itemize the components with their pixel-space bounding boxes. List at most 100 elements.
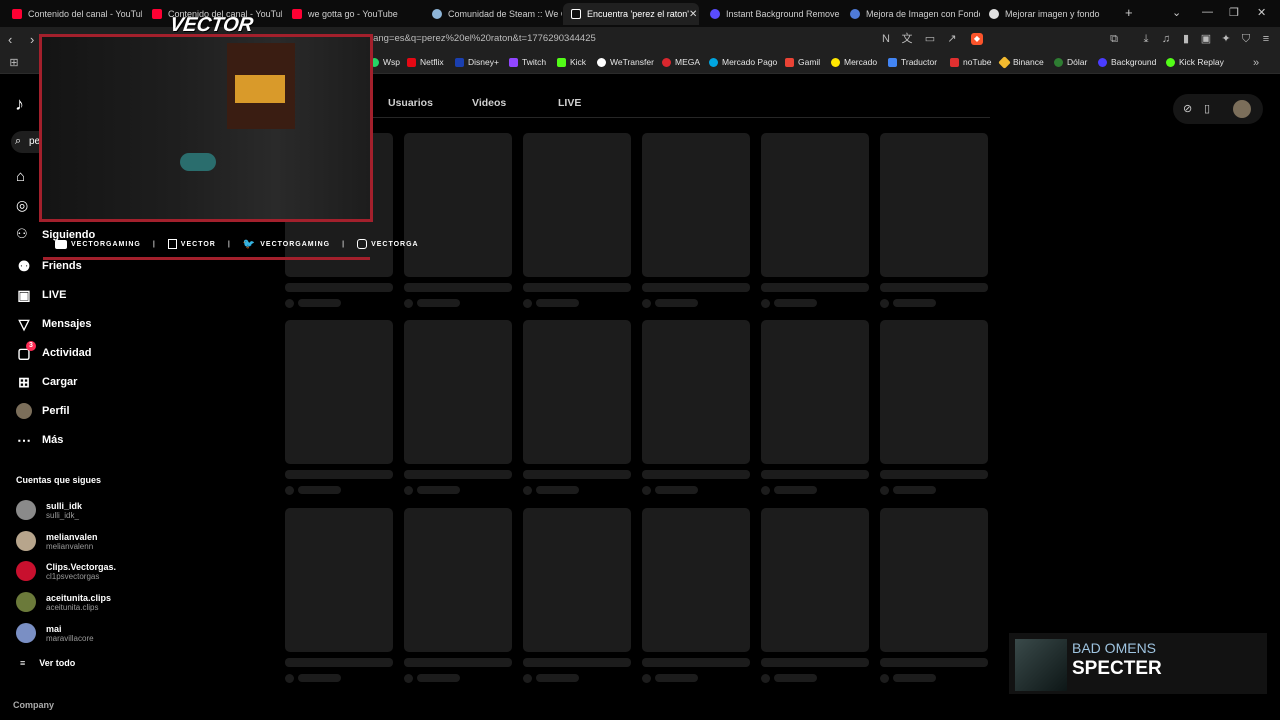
- skeleton-line: [761, 283, 869, 292]
- skeleton-line: [880, 658, 988, 667]
- translate-icon: [888, 57, 897, 67]
- bookmark-dolar[interactable]: Dólar: [1054, 57, 1087, 67]
- instagram-icon: [357, 239, 368, 249]
- floating-controls: ⊘ ▯: [1173, 94, 1263, 124]
- tiktok-icon: [571, 9, 581, 19]
- menu-icon[interactable]: ≡: [1260, 33, 1272, 45]
- music-icon[interactable]: ♫: [1160, 33, 1172, 45]
- video-card-placeholder: [880, 320, 988, 464]
- chevron-right-icon[interactable]: »: [1250, 57, 1262, 69]
- divider: |: [227, 240, 231, 248]
- bookmark-wsp[interactable]: Wsp: [370, 57, 400, 67]
- sidebar-item-actividad[interactable]: ▢ 3 Actividad: [16, 341, 92, 361]
- browser-tab[interactable]: Comunidad de Steam :: We G: [424, 3, 562, 25]
- bookmark-wetransfer[interactable]: WeTransfer: [597, 57, 654, 67]
- wallet-icon[interactable]: ▣: [1200, 33, 1212, 45]
- following-account[interactable]: mai maravillacore: [16, 623, 94, 643]
- mega-icon: [662, 57, 671, 67]
- avatar[interactable]: [1233, 100, 1251, 118]
- share-icon[interactable]: ↗: [946, 33, 958, 45]
- skeleton-avatar: [642, 674, 651, 683]
- following-account[interactable]: melianvalen melianvalenn: [16, 531, 98, 551]
- back-icon[interactable]: ‹: [8, 33, 12, 46]
- translate-icon[interactable]: 文: [901, 33, 913, 45]
- following-account[interactable]: aceitunita.clips aceitunita.clips: [16, 592, 111, 612]
- skeleton-line: [404, 283, 512, 292]
- sidebar-item-mensajes[interactable]: ▽ Mensajes: [16, 316, 92, 332]
- tabs-divider: [285, 117, 990, 118]
- home-icon[interactable]: ⌂: [16, 168, 25, 185]
- following-icon[interactable]: ⚇: [16, 226, 28, 242]
- device-icon[interactable]: ▯: [1204, 102, 1210, 115]
- browser-tab[interactable]: Mejora de Imagen con Fondo: [842, 3, 980, 25]
- close-icon[interactable]: ✕: [689, 9, 697, 20]
- no-tracking-icon[interactable]: N: [880, 33, 892, 45]
- browser-tab[interactable]: Contenido del canal - YouTube: [4, 3, 142, 25]
- social-youtube: VECTORGAMING: [55, 239, 141, 249]
- vpn-shield-icon[interactable]: ⛉: [1240, 33, 1252, 45]
- restore-icon[interactable]: ❐: [1229, 6, 1239, 19]
- bookmark-netflix[interactable]: Netflix: [407, 57, 444, 67]
- minimize-icon[interactable]: —: [1202, 6, 1213, 18]
- sidebar-item-perfil[interactable]: Perfil: [16, 403, 70, 419]
- social-twitter: 🐦 VECTORGAMING: [242, 238, 331, 250]
- tab-usuarios[interactable]: Usuarios: [388, 97, 433, 109]
- url-field[interactable]: lang=es&q=perez%20el%20raton&t=177629034…: [371, 33, 596, 44]
- youtube-icon: [55, 239, 67, 249]
- screenshot-icon[interactable]: ⧉: [1108, 33, 1120, 45]
- sidebar-icon[interactable]: ▮: [1180, 33, 1192, 45]
- skeleton-line: [893, 486, 936, 494]
- brave-shield-icon[interactable]: ◆: [971, 33, 983, 45]
- bookmark-mercado-pago[interactable]: Mercado Pago: [709, 57, 777, 67]
- chevron-down-icon[interactable]: ⌄: [1172, 6, 1181, 19]
- openai-icon: [989, 9, 999, 19]
- tab-videos[interactable]: Videos: [472, 97, 506, 109]
- explore-icon[interactable]: ◎: [16, 197, 28, 214]
- download-icon[interactable]: ⤓: [1140, 33, 1152, 45]
- browser-tab-active[interactable]: Encuentra 'perez el raton' ✕: [563, 3, 699, 25]
- bookmark-gmail[interactable]: Gamil: [785, 57, 820, 67]
- video-card-placeholder: [642, 508, 750, 652]
- close-window-icon[interactable]: ✕: [1257, 6, 1266, 19]
- bookmark-background[interactable]: Background: [1098, 57, 1156, 67]
- bookmark-kick-replay[interactable]: Kick Replay: [1166, 57, 1224, 67]
- sidebar-item-friends[interactable]: ⚉ Friends: [16, 258, 82, 274]
- skeleton-line: [417, 299, 460, 307]
- company-link[interactable]: Company: [13, 700, 54, 710]
- bookmark-mega[interactable]: MEGA: [662, 57, 700, 67]
- compass-icon[interactable]: ⊘: [1183, 102, 1192, 115]
- avatar: [16, 500, 36, 520]
- bookmark-binance[interactable]: Binance: [998, 55, 1044, 69]
- new-tab-icon[interactable]: +: [1125, 5, 1133, 20]
- bookmark-disney[interactable]: Disney+: [455, 57, 499, 67]
- see-all-link[interactable]: ≡ Ver todo: [20, 658, 75, 668]
- tab-live[interactable]: LIVE: [558, 97, 581, 109]
- forward-icon[interactable]: ›: [30, 33, 34, 46]
- bookmark-notube[interactable]: noTube: [950, 57, 992, 67]
- skeleton-line: [774, 486, 817, 494]
- video-card-placeholder: [285, 320, 393, 464]
- avatar: [16, 531, 36, 551]
- browser-tab[interactable]: we gotta go - YouTube: [284, 3, 422, 25]
- leo-ai-icon[interactable]: ✦: [1220, 33, 1232, 45]
- sidebar-item-mas[interactable]: ⋯ Más: [16, 432, 63, 448]
- bookmark-traductor[interactable]: Traductor: [888, 57, 937, 67]
- bookmark-mercado[interactable]: Mercado: [831, 57, 877, 67]
- skeleton-line: [655, 486, 698, 494]
- browser-tab[interactable]: Mejorar imagen y fondo: [981, 3, 1119, 25]
- following-account[interactable]: Clips.Vectorgas. cl1psvectorgas: [16, 561, 116, 581]
- bookmark-twitch[interactable]: Twitch: [509, 57, 546, 67]
- skeleton-avatar: [523, 486, 532, 495]
- kick-icon: [557, 57, 566, 67]
- twitter-icon: 🐦: [242, 238, 257, 250]
- sidebar-item-cargar[interactable]: ⊞ Cargar: [16, 374, 77, 390]
- apps-grid-icon[interactable]: ⊞: [8, 57, 20, 69]
- tiktok-logo-icon[interactable]: ♪: [15, 94, 24, 115]
- browser-tab[interactable]: Instant Background Remover: [702, 3, 840, 25]
- cast-icon[interactable]: ▭: [924, 33, 936, 45]
- bookmark-kick[interactable]: Kick: [557, 57, 586, 67]
- skeleton-line: [285, 283, 393, 292]
- sidebar-item-live[interactable]: ▣ LIVE: [16, 287, 66, 303]
- following-account[interactable]: sulli_idk sulli_idk_: [16, 500, 82, 520]
- skeleton-line: [404, 470, 512, 479]
